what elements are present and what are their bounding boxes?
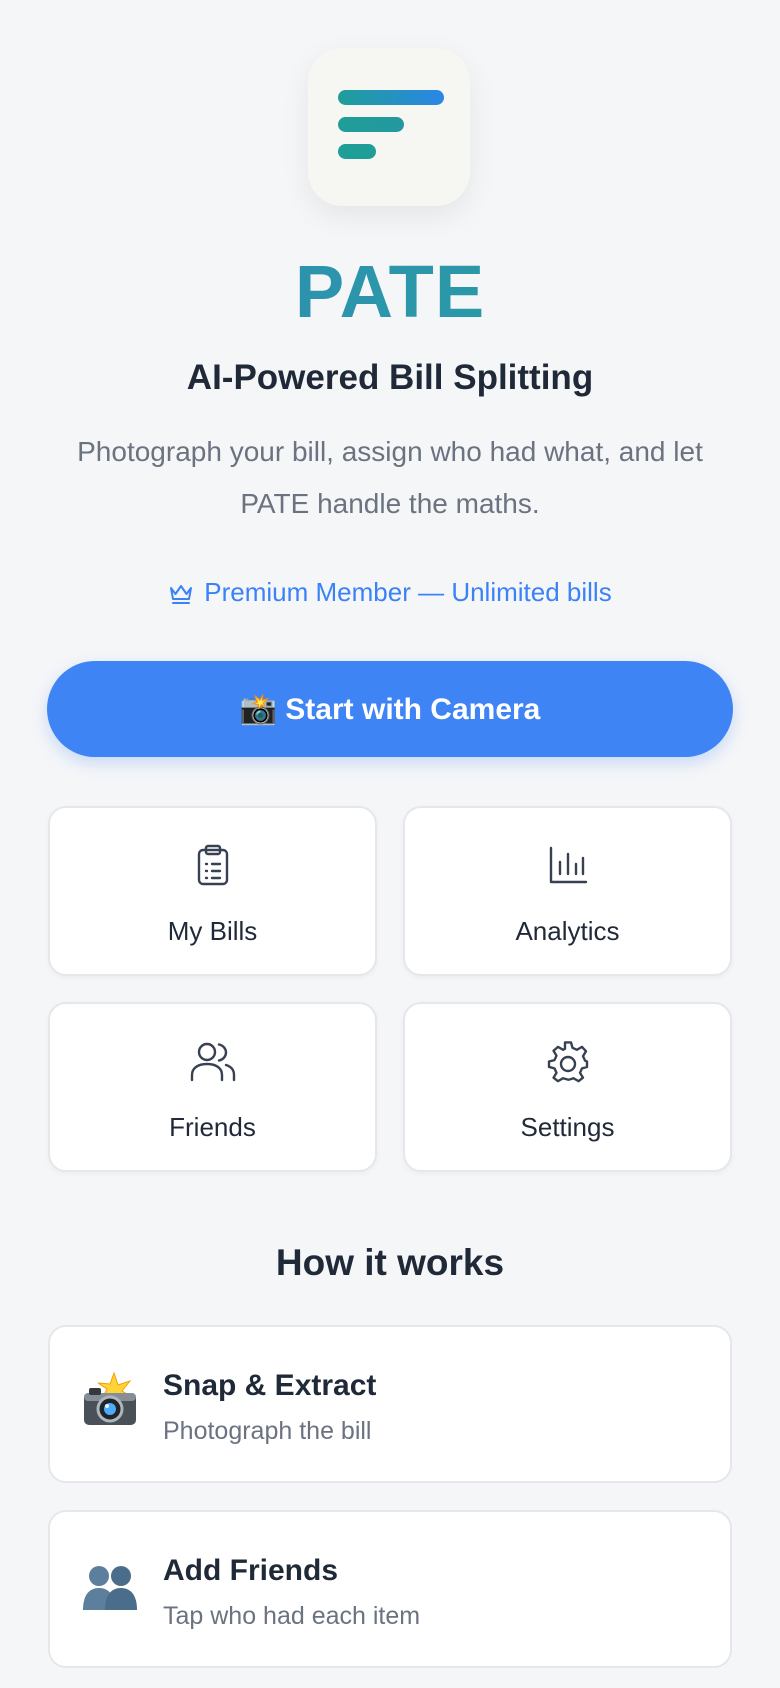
people-icon (83, 1566, 137, 1610)
step-subtitle: Photograph the bill (163, 1417, 372, 1445)
membership-text: Premium Member — Unlimited bills (204, 577, 612, 607)
how-it-works-heading: How it works (275, 1242, 505, 1283)
app-description: Photograph your bill, assign who had wha… (77, 436, 703, 519)
my-bills-tile[interactable]: My Bills (48, 806, 377, 976)
tile-label-my-bills: My Bills (167, 916, 258, 946)
logo-bar-middle (338, 117, 404, 132)
settings-tile[interactable]: Settings (403, 1002, 732, 1172)
gear-icon (547, 1041, 588, 1083)
logo-bar-top (338, 90, 444, 105)
brand-name: PATE (0, 252, 780, 332)
tile-label-settings: Settings (520, 1112, 615, 1142)
clipboard-icon (197, 844, 228, 886)
start-camera-button[interactable]: 📸 Start with Camera (47, 661, 733, 757)
step-snap-extract: Snap & Extract Photograph the bill (48, 1325, 732, 1483)
step-add-friends: Add Friends Tap who had each item (48, 1510, 732, 1668)
bar-chart-icon (549, 846, 587, 884)
users-icon (190, 1042, 235, 1082)
tile-label-analytics: Analytics (515, 916, 620, 946)
camera-flash-icon (84, 1371, 136, 1425)
step-title: Add Friends (163, 1554, 339, 1587)
friends-tile[interactable]: Friends (48, 1002, 377, 1172)
tile-label-friends: Friends (169, 1112, 256, 1142)
step-subtitle: Tap who had each item (163, 1602, 421, 1630)
crown-icon (170, 585, 193, 604)
analytics-tile[interactable]: Analytics (403, 806, 732, 976)
tagline: AI-Powered Bill Splitting (186, 358, 594, 397)
membership-status: Premium Member — Unlimited bills (0, 574, 780, 610)
step-title: Snap & Extract (163, 1369, 377, 1402)
start-camera-label: 📸 Start with Camera (239, 692, 541, 726)
app-logo (308, 48, 470, 206)
logo-bar-bottom (338, 144, 376, 159)
